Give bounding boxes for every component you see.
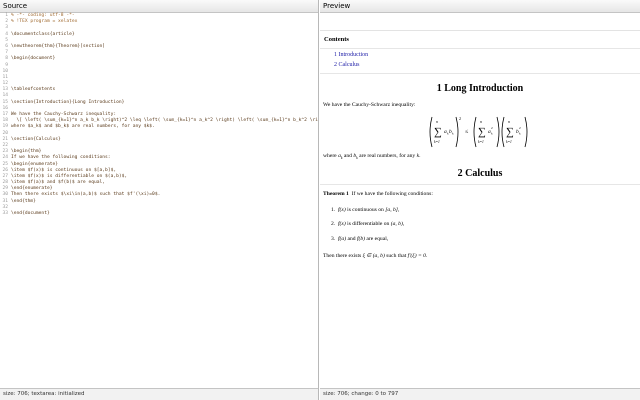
section-title-calculus: 2 Calculus [457,168,503,179]
line-number: 33 [2,211,8,216]
code-text: \[ \left( \sum_{k=1}^n a_k b_k \right)^2… [11,118,319,124]
divider [320,184,640,185]
code-text: % !TEX program = xelatex [11,19,78,25]
section-title-introduction: 1 Long Introduction [436,83,524,94]
condition-item-1: 1. f(x) is continuous on [a, b], [331,207,400,213]
code-text: \section{Calculus} [11,136,61,142]
svg-text:k=1: k=1 [506,140,512,144]
code-text: \tableofcontents [11,87,56,93]
svg-text:k: k [519,132,521,136]
code-line[interactable]: 33 \end{document} [0,211,318,217]
code-text: where $a_k$ and $b_k$ are real numbers, … [11,124,155,130]
divider [320,48,640,49]
theorem-intro: Theorem 1 If we have the following condi… [323,191,433,197]
code-text: \item $f(x)$ is differentiable on $(a,b)… [11,173,128,179]
code-text: \section{Introduction}{Long Introduction… [11,99,125,105]
svg-text:n: n [436,119,438,124]
code-text: \item $f(x)$ is continuous on $[a,b]$, [11,167,117,173]
theorem-conclusion: Then there exists ξ ∈ (a, b) such that f… [323,253,428,259]
code-text: \end{document} [11,211,50,216]
svg-text:2: 2 [491,126,493,130]
source-title: Source [0,0,318,13]
toc-item-calculus[interactable]: 2 Calculus [334,62,360,68]
source-pane: Source 1% -*- coding: utf-8 -*- 2% !TEX p… [0,0,319,400]
code-text: \documentclass{article} [11,31,75,37]
svg-text:k=1: k=1 [478,140,484,144]
svg-text:k=1: k=1 [434,140,440,144]
intro-paragraph: We have the Cauchy-Schwarz inequality: [323,102,416,108]
source-editor[interactable]: 1% -*- coding: utf-8 -*- 2% !TEX program … [0,13,318,388]
condition-item-2: 2. f(x) is differentiable on (a, b), [331,221,405,227]
code-text: \item $f(a)$ and $f(b)$ are equal, [11,180,106,186]
svg-text:k: k [452,132,454,136]
contents-heading: Contents [324,36,349,43]
svg-text:n: n [480,119,482,124]
preview-toolbar [320,13,640,31]
svg-text:2: 2 [519,126,521,130]
preview-status-bar: size: 706; change: 0 to 797 [320,388,640,400]
source-status-bar: size: 706; textarea: initialized [0,388,318,400]
code-text: We have the Cauchy-Schwarz inequality: [11,112,117,117]
preview-pane: Preview Contents 1 Introduction 2 Calcul… [320,0,640,400]
svg-text:∑: ∑ [434,126,442,138]
code-text: \begin{enumerate} [11,161,59,167]
svg-text:k: k [491,132,493,136]
code-text: If we have the following conditions: [11,155,111,161]
svg-text:2: 2 [459,116,461,121]
cauchy-schwarz-equation: n ∑ k=1 a k b k 2 ≤ n ∑ k=1 a k 2 n ∑ k=… [429,116,528,148]
code-text: \newtheorem{thm}{Theorem}[section] [11,43,106,49]
preview-title: Preview [320,0,640,13]
svg-text:∑: ∑ [478,126,486,138]
code-text: \begin{thm} [11,149,42,155]
code-text: % -*- coding: utf-8 -*- [11,13,75,18]
divider [320,73,640,74]
svg-text:≤: ≤ [465,129,469,135]
toc-item-introduction[interactable]: 1 Introduction [334,52,368,58]
where-paragraph: where ak and bk are real numbers, for an… [323,153,421,161]
code-text: \end{thm} [11,198,36,204]
code-text: \end{enumerate} [11,186,53,192]
code-text: \begin{document} [11,56,56,62]
svg-text:n: n [508,119,510,124]
code-text: Then there exists $\xi\in(a,b)$ such tha… [11,192,161,198]
svg-text:∑: ∑ [506,126,514,138]
condition-item-3: 3. f(a) and f(b) are equal, [331,236,389,242]
preview-document[interactable]: Contents 1 Introduction 2 Calculus 1 Lon… [320,31,640,388]
